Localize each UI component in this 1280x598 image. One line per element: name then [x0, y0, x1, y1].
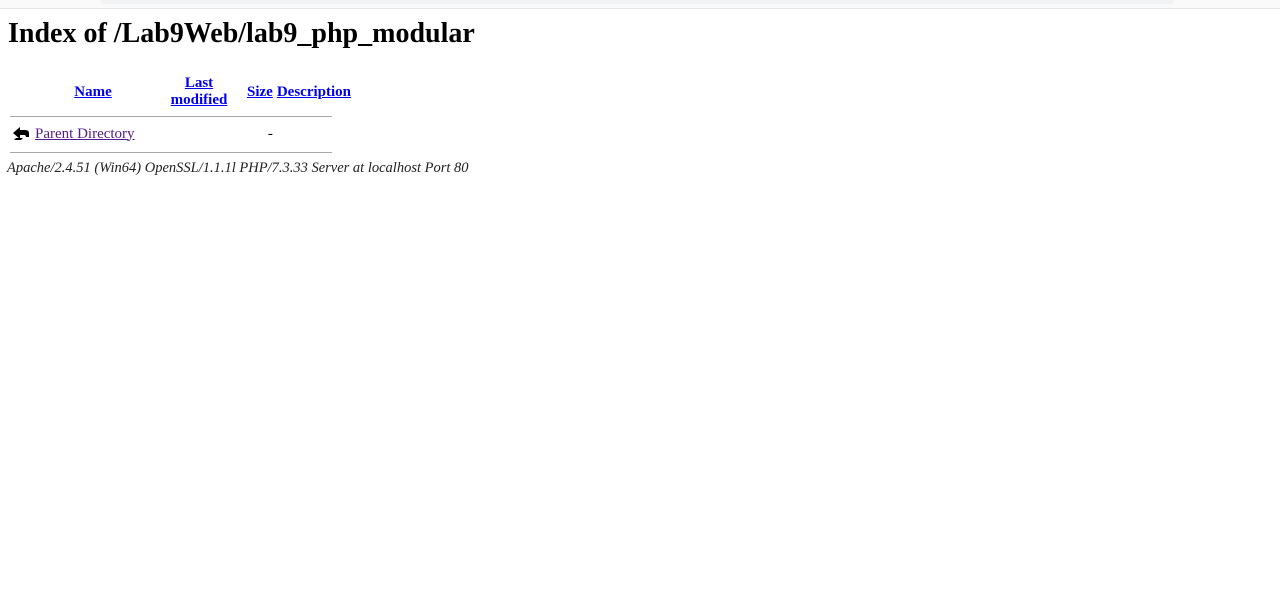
page-title: Index of /Lab9Web/lab9_php_modular: [8, 18, 475, 49]
sort-by-size-link[interactable]: Size: [247, 84, 273, 100]
row-last-modified-cell: [154, 122, 244, 146]
footer-divider: [10, 148, 352, 156]
table-header-row: Name Last modified Size Description: [10, 74, 352, 110]
back-arrow-icon: [11, 125, 31, 143]
directory-listing-table: Name Last modified Size Description Pare…: [8, 72, 354, 158]
icon-header: [10, 74, 32, 110]
row-description-cell: [276, 122, 352, 146]
parent-directory-link[interactable]: Parent Directory: [35, 126, 135, 142]
footer-divider-row: [10, 148, 352, 156]
address-bar-edge: [100, 0, 1175, 4]
table-row: Parent Directory -: [10, 122, 352, 146]
description-column-header: Description: [276, 74, 352, 110]
last-modified-column-header: Last modified: [154, 74, 244, 110]
row-icon-cell: [10, 122, 32, 146]
sort-by-name-link[interactable]: Name: [74, 84, 112, 100]
row-name-cell: Parent Directory: [34, 122, 152, 146]
browser-top-strip: [0, 0, 1280, 9]
size-column-header: Size: [246, 74, 274, 110]
sort-by-last-modified-link[interactable]: Last modified: [171, 75, 228, 108]
server-signature: Apache/2.4.51 (Win64) OpenSSL/1.1.1l PHP…: [7, 160, 469, 176]
row-size-cell: -: [267, 125, 273, 142]
sort-by-description-link[interactable]: Description: [277, 84, 351, 100]
header-divider: [10, 112, 352, 120]
header-divider-row: [10, 112, 352, 120]
name-column-header: Name: [34, 74, 152, 110]
